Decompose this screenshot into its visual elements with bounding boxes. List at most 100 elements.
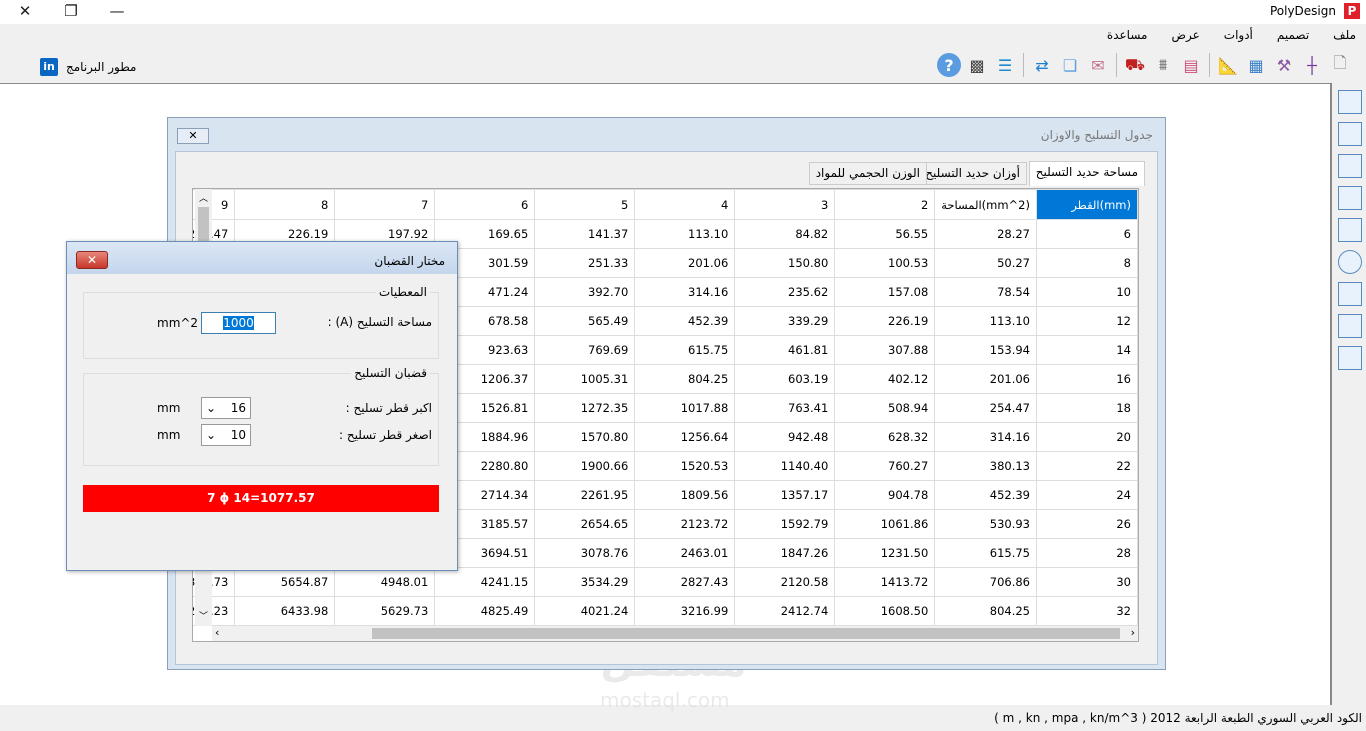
table-cell[interactable]: 1017.88: [634, 393, 736, 423]
table-cell[interactable]: 1413.72: [834, 567, 936, 597]
table-cell[interactable]: 3078.76: [534, 538, 636, 568]
column-circle-icon[interactable]: [1338, 250, 1362, 274]
t-section-icon[interactable]: [1338, 186, 1362, 210]
table-cell[interactable]: 4948.01: [334, 567, 436, 597]
table-cell[interactable]: 226.19: [834, 306, 936, 336]
table-cell[interactable]: 56.55: [834, 219, 936, 249]
foundation-icon[interactable]: ⩩: [1151, 53, 1175, 77]
table-cell[interactable]: 760.27: [834, 451, 936, 481]
table-cell[interactable]: 402.12: [834, 364, 936, 394]
table-cell[interactable]: 100.53: [834, 248, 936, 278]
table-cell[interactable]: 153.94: [934, 335, 1037, 365]
polygon-section-icon[interactable]: [1338, 282, 1362, 306]
table-cell[interactable]: 1520.53: [634, 451, 736, 481]
table-cell[interactable]: 4021.24: [534, 596, 636, 626]
table-cell[interactable]: 1231.50: [834, 538, 936, 568]
table-cell[interactable]: 6: [1036, 219, 1138, 249]
column-header[interactable]: 7: [334, 189, 436, 220]
help-icon[interactable]: ?: [937, 53, 961, 77]
table-cell[interactable]: 24: [1036, 480, 1138, 510]
menu-item-1[interactable]: تصميم: [1277, 28, 1309, 42]
scroll-thumb[interactable]: [372, 628, 1120, 639]
table-cell[interactable]: 1570.80: [534, 422, 636, 452]
table-cell[interactable]: 78.54: [934, 277, 1037, 307]
minimize-window-button[interactable]: —: [94, 0, 140, 22]
table-cell[interactable]: 14: [1036, 335, 1138, 365]
mail-icon[interactable]: ✉: [1086, 53, 1110, 77]
calculator-icon[interactable]: ▩: [965, 53, 989, 77]
table-cell[interactable]: 1272.35: [534, 393, 636, 423]
table-cell[interactable]: 2123.72: [634, 509, 736, 539]
table-cell[interactable]: 763.41: [734, 393, 836, 423]
table-cell[interactable]: 1140.40: [734, 451, 836, 481]
tab-unit-weights[interactable]: الوزن الحجمي للمواد: [808, 162, 927, 185]
table-cell[interactable]: 157.08: [834, 277, 936, 307]
table-cell[interactable]: 10: [1036, 277, 1138, 307]
table-cell[interactable]: 615.75: [634, 335, 736, 365]
table-cell[interactable]: 32: [1036, 596, 1138, 626]
table-cell[interactable]: 18: [1036, 393, 1138, 423]
table-cell[interactable]: 201.06: [634, 248, 736, 278]
tab-rebar-area[interactable]: مساحة حديد التسليح: [1028, 161, 1145, 186]
table-cell[interactable]: 141.37: [534, 219, 636, 249]
column-header[interactable]: 3: [734, 189, 836, 220]
max-diameter-select[interactable]: ⌄ 16: [201, 397, 251, 419]
table-cell[interactable]: 314.16: [934, 422, 1037, 452]
table-cell[interactable]: 452.39: [634, 306, 736, 336]
table-cell[interactable]: 804.25: [634, 364, 736, 394]
table-cell[interactable]: 2412.74: [734, 596, 836, 626]
table-cell[interactable]: 16: [1036, 364, 1138, 394]
table-cell[interactable]: 1900.66: [534, 451, 636, 481]
scroll-up-icon[interactable]: ︿: [199, 191, 208, 204]
menu-item-4[interactable]: مساعدة: [1107, 28, 1148, 42]
table-cell[interactable]: 201.06: [934, 364, 1037, 394]
table-cell[interactable]: 30: [1036, 567, 1138, 597]
table-cell[interactable]: 530.93: [934, 509, 1037, 539]
table-cell[interactable]: 380.13: [934, 451, 1037, 481]
table-cell[interactable]: 706.86: [934, 567, 1037, 597]
menu-item-0[interactable]: ملف: [1333, 28, 1356, 42]
close-button[interactable]: ✕: [76, 251, 108, 269]
restore-window-button[interactable]: ❐: [48, 0, 94, 22]
table-cell[interactable]: 603.19: [734, 364, 836, 394]
area-input[interactable]: 1000: [201, 312, 276, 334]
table-cell[interactable]: 6433.98: [234, 596, 336, 626]
scroll-down-icon[interactable]: ﹀: [199, 609, 208, 622]
slab-bars-icon[interactable]: [1338, 90, 1362, 114]
developer-link[interactable]: in مطور البرنامج: [40, 58, 136, 76]
table-cell[interactable]: 508.94: [834, 393, 936, 423]
table-cell[interactable]: 2654.65: [534, 509, 636, 539]
brick-wall-icon[interactable]: ▤: [1179, 53, 1203, 77]
grid-icon[interactable]: ▦: [1244, 53, 1268, 77]
ruler-protractor-icon[interactable]: 📐: [1216, 53, 1240, 77]
table-cell[interactable]: 1847.26: [734, 538, 836, 568]
table-cell[interactable]: 20: [1036, 422, 1138, 452]
scroll-right-icon[interactable]: ›: [1131, 626, 1135, 639]
column-header[interactable]: 8: [234, 189, 336, 220]
table-cell[interactable]: 235.62: [734, 277, 836, 307]
table-cell[interactable]: 2827.43: [634, 567, 736, 597]
hammer-icon[interactable]: ⚒: [1272, 53, 1296, 77]
horizontal-scrollbar[interactable]: ‹ ›: [212, 626, 1138, 641]
table-cell[interactable]: 1592.79: [734, 509, 836, 539]
table-cell[interactable]: 22: [1036, 451, 1138, 481]
table-cell[interactable]: 628.32: [834, 422, 936, 452]
column-header[interactable]: 6: [434, 189, 536, 220]
table-cell[interactable]: 150.80: [734, 248, 836, 278]
table-cell[interactable]: 804.25: [934, 596, 1037, 626]
table-cell[interactable]: 615.75: [934, 538, 1037, 568]
column-header[interactable]: المساحة(mm^2): [934, 189, 1037, 220]
footing-icon[interactable]: [1338, 314, 1362, 338]
i-beam-icon[interactable]: [1338, 346, 1362, 370]
table-cell[interactable]: 307.88: [834, 335, 936, 365]
table-cell[interactable]: 5654.87: [234, 567, 336, 597]
table-cell[interactable]: 3534.29: [534, 567, 636, 597]
table-cell[interactable]: 2261.95: [534, 480, 636, 510]
table-cell[interactable]: 2463.01: [634, 538, 736, 568]
table-cell[interactable]: 769.69: [534, 335, 636, 365]
table-cell[interactable]: 28.27: [934, 219, 1037, 249]
menu-item-2[interactable]: أدوات: [1224, 28, 1253, 42]
table-cell[interactable]: 28: [1036, 538, 1138, 568]
close-button[interactable]: ✕: [177, 128, 209, 144]
column-header[interactable]: 2: [834, 189, 936, 220]
